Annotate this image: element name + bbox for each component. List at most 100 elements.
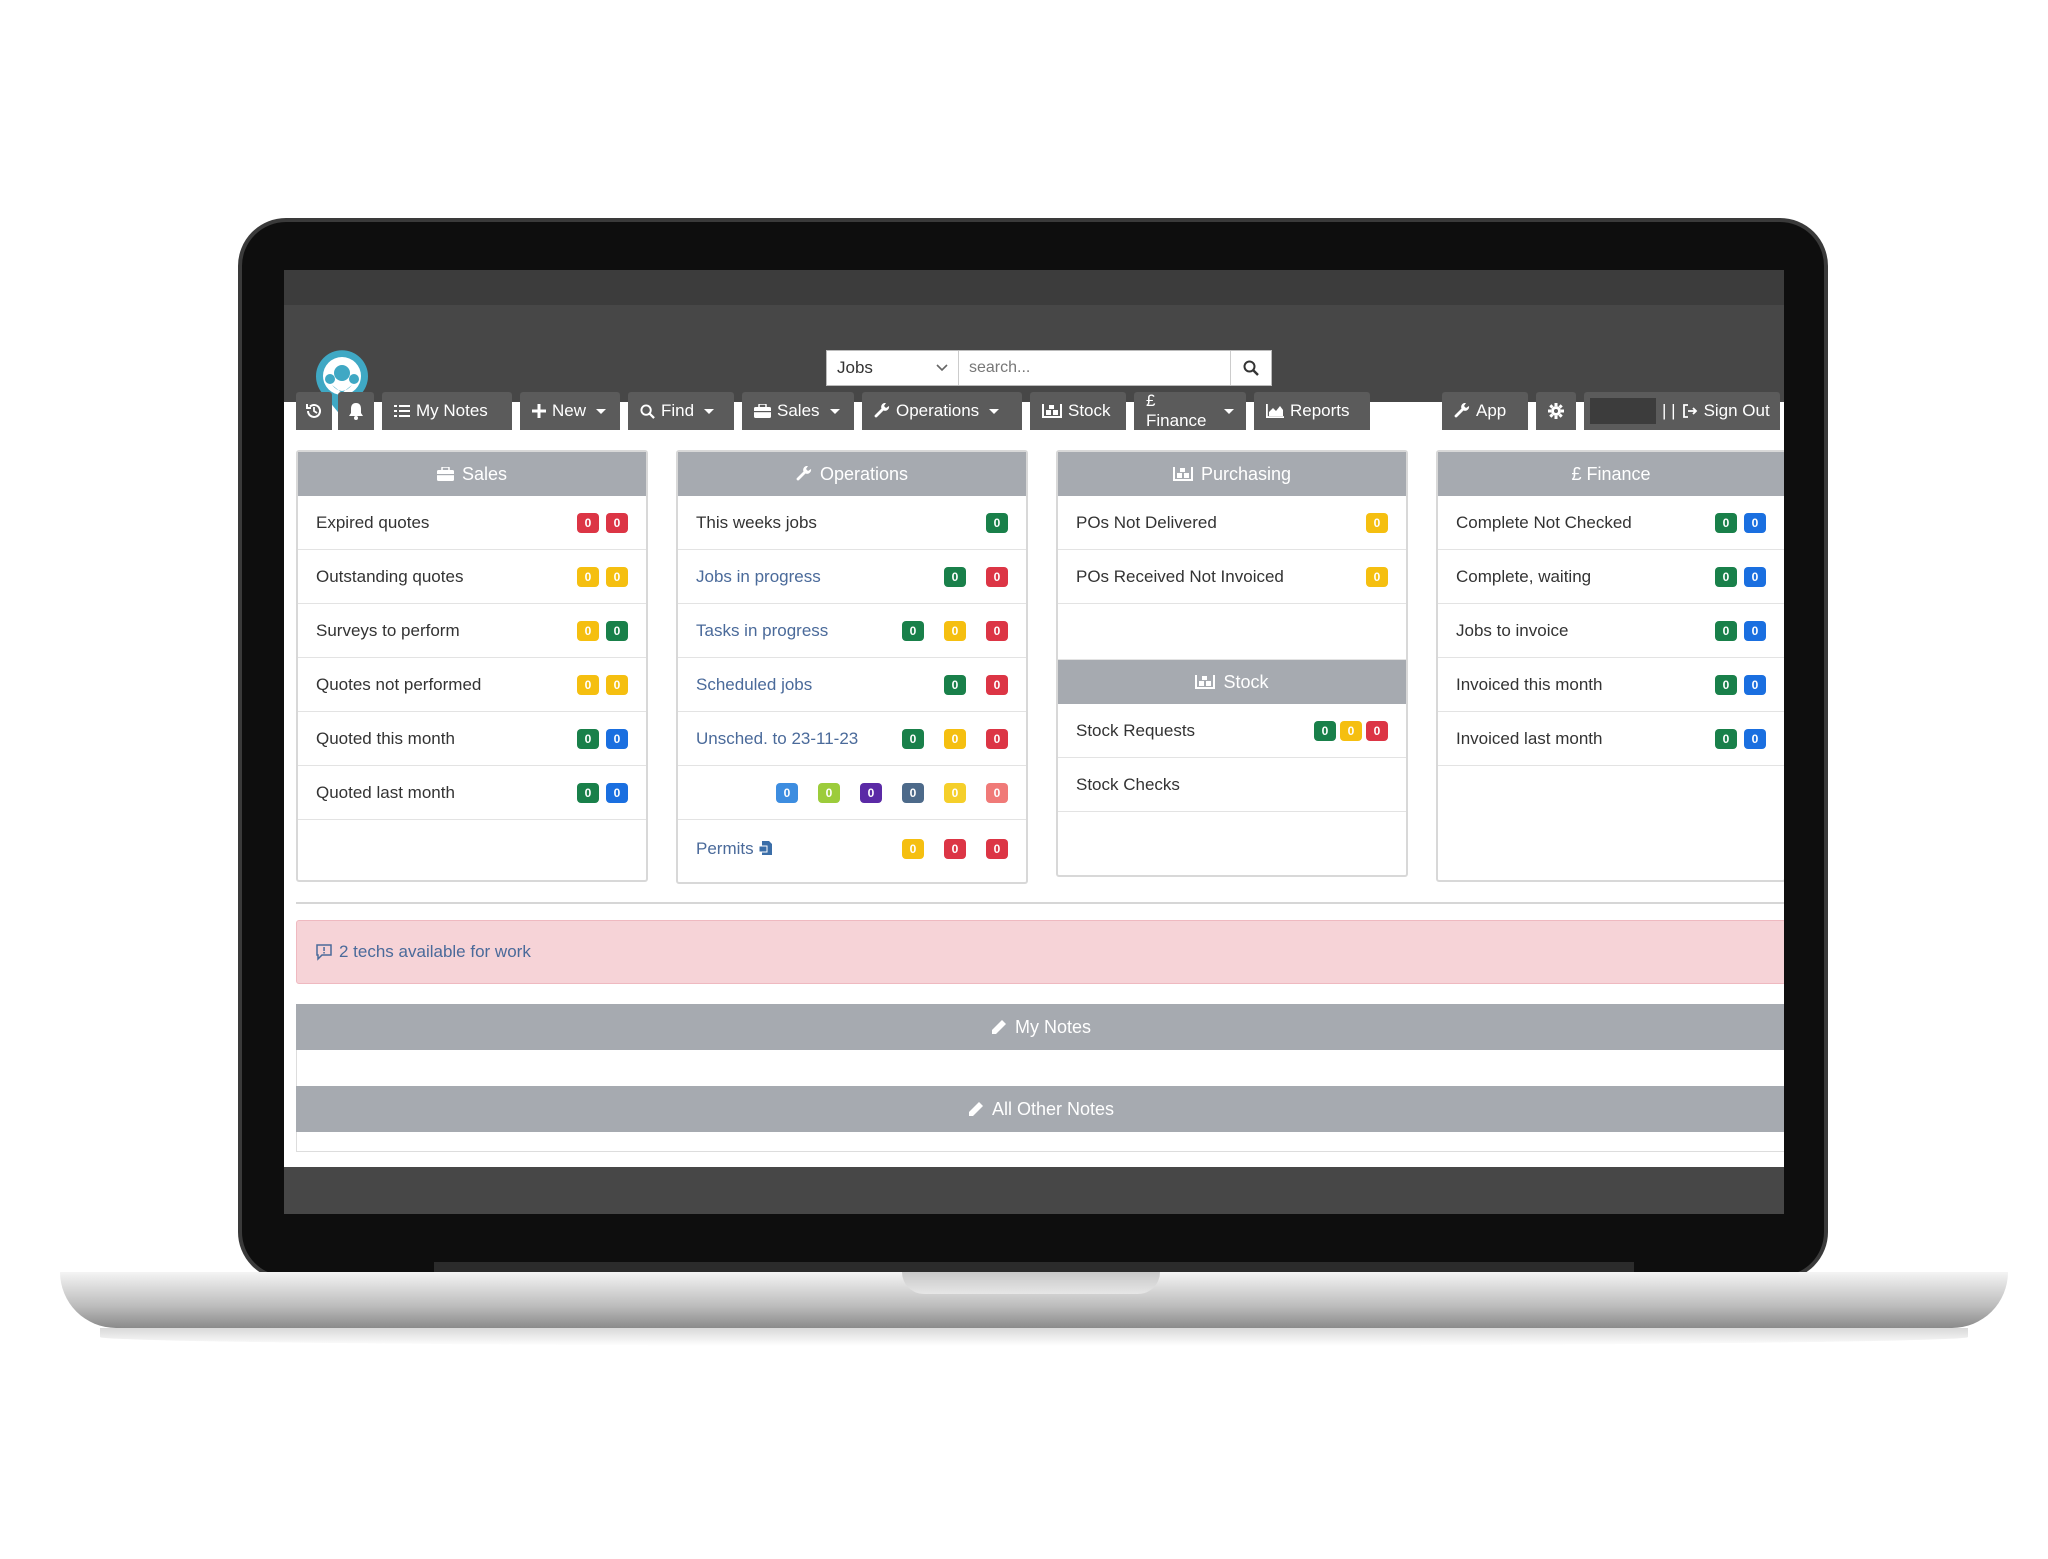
list-item[interactable]: Tasks in progress 0 0 0 <box>678 604 1026 658</box>
count-badge[interactable]: 0 <box>577 782 599 803</box>
row-link[interactable]: Scheduled jobs <box>696 675 944 695</box>
list-item[interactable]: Invoiced last month 0 0 <box>1438 712 1784 766</box>
row-link[interactable]: Unsched. to 23-11-23 <box>696 729 902 749</box>
count-badge[interactable]: 0 <box>577 512 599 533</box>
stock-menu-button[interactable]: Stock <box>1030 392 1126 430</box>
list-item[interactable]: Jobs in progress 0 0 <box>678 550 1026 604</box>
list-item[interactable]: Invoiced this month 0 0 <box>1438 658 1784 712</box>
count-badge[interactable]: 0 <box>1366 512 1388 533</box>
count-badge[interactable]: 0 <box>1340 720 1362 741</box>
count-badge[interactable]: 0 <box>1715 728 1737 749</box>
list-item[interactable]: Jobs to invoice 0 0 <box>1438 604 1784 658</box>
list-item[interactable]: Permits 000 <box>678 820 1026 878</box>
other-notes-section-header[interactable]: All Other Notes <box>296 1086 1784 1132</box>
list-item[interactable]: Expired quotes 0 0 <box>298 496 646 550</box>
list-item[interactable]: This weeks jobs 0 <box>678 496 1026 550</box>
techs-available-alert[interactable]: 2 techs available for work <box>296 920 1784 984</box>
count-badge[interactable]: 0 <box>986 782 1008 803</box>
count-badge[interactable]: 0 <box>1744 566 1766 587</box>
new-menu-button[interactable]: New <box>520 392 620 430</box>
list-item[interactable]: Complete Not Checked 0 0 <box>1438 496 1784 550</box>
count-badge[interactable]: 0 <box>776 782 798 803</box>
my-notes-button[interactable]: My Notes <box>382 392 512 430</box>
count-badge[interactable]: 0 <box>577 566 599 587</box>
count-badge[interactable]: 0 <box>986 512 1008 533</box>
search-button[interactable] <box>1230 351 1271 385</box>
search-icon <box>640 403 655 419</box>
list-item[interactable]: Scheduled jobs 0 0 <box>678 658 1026 712</box>
count-badge[interactable]: 0 <box>1715 566 1737 587</box>
count-badge[interactable]: 0 <box>606 728 628 749</box>
finance-menu-button[interactable]: £ Finance <box>1134 391 1246 430</box>
count-badge[interactable]: 0 <box>944 620 966 641</box>
list-item[interactable]: Unsched. to 23-11-23 0 0 0 <box>678 712 1026 766</box>
count-badge[interactable]: 0 <box>606 512 628 533</box>
count-badge[interactable]: 0 <box>902 620 924 641</box>
laptop-hinge <box>434 1262 1634 1272</box>
search-category-select[interactable]: Jobs <box>827 351 959 385</box>
row-link[interactable]: Tasks in progress <box>696 621 902 641</box>
count-badge[interactable]: 0 <box>1744 512 1766 533</box>
notifications-button[interactable] <box>338 392 374 430</box>
count-badge[interactable]: 0 <box>860 782 882 803</box>
count-badge[interactable]: 0 <box>1715 620 1737 641</box>
count-badge[interactable]: 0 <box>1715 674 1737 695</box>
sign-out-icon <box>1682 404 1697 418</box>
list-item[interactable]: Stock Checks <box>1058 758 1406 812</box>
count-badge[interactable]: 0 <box>577 728 599 749</box>
count-badge[interactable]: 0 <box>1744 674 1766 695</box>
count-badge[interactable]: 0 <box>986 620 1008 641</box>
list-item[interactable]: Surveys to perform 0 0 <box>298 604 646 658</box>
count-badge[interactable]: 0 <box>606 566 628 587</box>
count-badge[interactable]: 0 <box>818 782 840 803</box>
find-menu-button[interactable]: Find <box>628 392 734 430</box>
count-badge[interactable]: 0 <box>986 728 1008 749</box>
count-badge[interactable]: 0 <box>606 782 628 803</box>
search-input[interactable]: search... <box>959 351 1230 385</box>
count-badge[interactable]: 0 <box>986 839 1008 859</box>
row-label: POs Received Not Invoiced <box>1076 566 1284 586</box>
count-badge[interactable]: 0 <box>577 674 599 695</box>
count-badge[interactable]: 0 <box>1744 620 1766 641</box>
history-button[interactable] <box>296 392 332 430</box>
search-placeholder: search... <box>969 359 1031 376</box>
list-item[interactable]: Quoted last month 0 0 <box>298 766 646 820</box>
row-link[interactable]: Permits <box>696 839 902 859</box>
count-badge[interactable]: 0 <box>1715 512 1737 533</box>
count-badge[interactable]: 0 <box>944 674 966 695</box>
sales-menu-button[interactable]: Sales <box>742 392 854 430</box>
count-badge[interactable]: 0 <box>606 620 628 641</box>
sign-out-link[interactable]: Sign Out <box>1704 401 1770 421</box>
count-badge[interactable]: 0 <box>1744 728 1766 749</box>
count-badge[interactable]: 0 <box>902 728 924 749</box>
settings-button[interactable] <box>1536 392 1576 430</box>
list-item[interactable]: Complete, waiting 0 0 <box>1438 550 1784 604</box>
list-item[interactable]: POs Received Not Invoiced 0 <box>1058 550 1406 604</box>
count-badge[interactable]: 0 <box>944 782 966 803</box>
count-badge[interactable]: 0 <box>577 620 599 641</box>
my-notes-section-header[interactable]: My Notes <box>296 1004 1784 1050</box>
count-badge[interactable]: 0 <box>944 566 966 587</box>
operations-menu-button[interactable]: Operations <box>862 392 1022 430</box>
list-item[interactable]: Quotes not performed 0 0 <box>298 658 646 712</box>
app-button[interactable]: App <box>1442 392 1528 430</box>
user-area: | | Sign Out <box>1584 392 1780 430</box>
count-badge[interactable]: 0 <box>944 728 966 749</box>
count-badge[interactable]: 0 <box>986 674 1008 695</box>
count-badge[interactable]: 0 <box>1366 566 1388 587</box>
list-item[interactable]: POs Not Delivered 0 <box>1058 496 1406 550</box>
list-item[interactable]: Stock Requests 0 0 0 <box>1058 704 1406 758</box>
other-notes-section-title: All Other Notes <box>991 1098 1115 1119</box>
list-item[interactable]: Outstanding quotes 0 0 <box>298 550 646 604</box>
list-item[interactable]: Quoted this month 0 0 <box>298 712 646 766</box>
count-badge[interactable]: 0 <box>902 839 924 859</box>
count-badge[interactable]: 0 <box>1314 720 1336 741</box>
count-badge[interactable]: 0 <box>944 839 966 859</box>
count-badge[interactable]: 0 <box>1366 720 1388 741</box>
stock-panel-title: Stock <box>1223 671 1269 692</box>
row-link[interactable]: Jobs in progress <box>696 567 944 587</box>
count-badge[interactable]: 0 <box>902 782 924 803</box>
reports-menu-button[interactable]: Reports <box>1254 392 1370 430</box>
count-badge[interactable]: 0 <box>986 566 1008 587</box>
count-badge[interactable]: 0 <box>606 674 628 695</box>
